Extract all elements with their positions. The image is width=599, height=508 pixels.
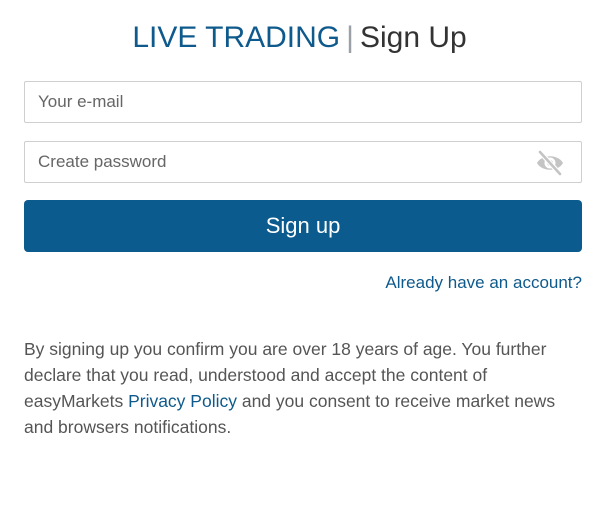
page-title: LIVE TRADING | Sign Up xyxy=(0,18,599,58)
title-brand: LIVE TRADING xyxy=(132,21,341,54)
email-input[interactable] xyxy=(25,82,581,122)
password-field xyxy=(24,141,582,183)
title-page-name: Sign Up xyxy=(359,21,467,54)
eye-slash-icon[interactable] xyxy=(535,149,565,177)
sign-up-button[interactable]: Sign up xyxy=(24,200,582,252)
already-have-account-link[interactable]: Already have an account? xyxy=(385,272,582,294)
privacy-policy-link[interactable]: Privacy Policy xyxy=(128,391,237,411)
password-input[interactable] xyxy=(25,142,581,182)
title-separator: | xyxy=(346,21,354,54)
age-consent-disclaimer: By signing up you confirm you are over 1… xyxy=(24,336,569,440)
signup-page: LIVE TRADING|Sign Up Sign up Already hav… xyxy=(0,0,599,508)
email-field xyxy=(24,81,582,123)
